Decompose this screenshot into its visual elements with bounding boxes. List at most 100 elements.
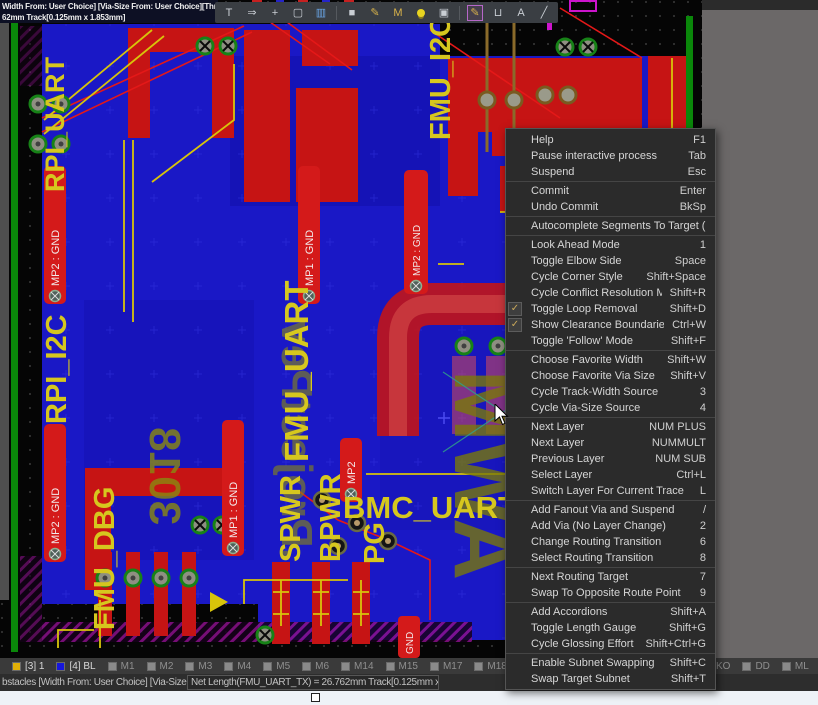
menu-item-pause-interactive-process[interactable]: Pause interactive processTab	[506, 148, 715, 164]
label-fmu-i2c: FMU_I2C	[425, 16, 457, 140]
layer-color-swatch	[147, 662, 156, 671]
page-checkbox[interactable]	[311, 693, 320, 702]
page-bottom-strip	[0, 691, 818, 705]
menu-item-look-ahead-mode[interactable]: Look Ahead Mode1	[506, 237, 715, 253]
label-fmu-uart: FMU_UART	[278, 281, 315, 462]
svg-text:MP1 : GND: MP1 : GND	[304, 230, 316, 286]
menu-item-add-via-no-layer-change[interactable]: Add Via (No Layer Change)2	[506, 518, 715, 534]
layer-color-swatch	[185, 662, 194, 671]
layer-tab-m14[interactable]: M14	[341, 661, 373, 672]
menu-separator	[506, 350, 715, 351]
menu-item-enable-subnet-swapping[interactable]: Enable Subnet SwappingShift+C	[506, 655, 715, 671]
menu-separator	[506, 181, 715, 182]
layer-tab-m6[interactable]: M6	[302, 661, 329, 672]
menu-item-change-routing-transition[interactable]: Change Routing Transition6	[506, 534, 715, 550]
menu-item-choose-favorite-via-size[interactable]: Choose Favorite Via SizeShift+V	[506, 368, 715, 384]
menu-separator	[506, 653, 715, 654]
left-edge-strip	[0, 22, 9, 600]
layer-color-swatch	[108, 662, 117, 671]
svg-text:MP2: MP2	[346, 461, 358, 484]
menu-item-toggle-follow-mode[interactable]: Toggle 'Follow' ModeShift+F	[506, 333, 715, 349]
menu-item-undo-commit[interactable]: Undo CommitBkSp	[506, 199, 715, 215]
pad-icon[interactable]: ■	[344, 5, 360, 21]
menu-item-switch-layer-for-current-trace[interactable]: Switch Layer For Current TraceL	[506, 483, 715, 499]
menu-item-help[interactable]: HelpF1	[506, 132, 715, 148]
layer-tab-dd[interactable]: DD	[742, 661, 769, 672]
layer-tab-ko[interactable]: KO	[716, 661, 730, 672]
label-fmu-dbg: FMU_DBG	[89, 487, 121, 630]
menu-item-toggle-loop-removal[interactable]: ✓Toggle Loop RemovalShift+D	[506, 301, 715, 317]
menu-item-cycle-corner-style[interactable]: Cycle Corner StyleShift+Space	[506, 269, 715, 285]
layer-tab-m3[interactable]: M3	[185, 661, 212, 672]
svg-text:GND: GND	[405, 632, 416, 654]
status-routing-modes: bstacles [Width From: User Choice] [Via-…	[0, 677, 187, 688]
menu-item-autocomplete-segments[interactable]: Autocomplete Segments To Target (Ctrl+Cl…	[506, 218, 715, 234]
layer-tab-m2[interactable]: M2	[147, 661, 174, 672]
label-pg: PG	[359, 522, 391, 564]
measure-icon[interactable]: M	[390, 5, 406, 21]
check-icon: ✓	[508, 302, 522, 316]
menu-item-next-routing-target[interactable]: Next Routing Target7	[506, 569, 715, 585]
svg-text:MP2 : GND: MP2 : GND	[50, 230, 62, 286]
layer-tab-m18[interactable]: M18	[474, 661, 506, 672]
menu-item-next-layer-plus[interactable]: Next LayerNUM PLUS	[506, 419, 715, 435]
layer-tab-bottom[interactable]: [4] BL	[56, 661, 95, 672]
menu-item-choose-favorite-width[interactable]: Choose Favorite WidthShift+W	[506, 352, 715, 368]
menu-item-swap-target-subnet[interactable]: Swap Target SubnetShift+T	[506, 671, 715, 687]
check-icon: ✓	[508, 318, 522, 332]
menu-item-toggle-length-gauge[interactable]: Toggle Length GaugeShift+G	[506, 620, 715, 636]
edit-active-icon[interactable]: ✎	[467, 5, 483, 21]
menu-item-commit[interactable]: CommitEnter	[506, 183, 715, 199]
layer-color-swatch	[56, 662, 65, 671]
layer-tab-m15[interactable]: M15	[386, 661, 418, 672]
menu-item-swap-to-opposite-route-point[interactable]: Swap To Opposite Route Point9	[506, 585, 715, 601]
routing-hud: Width From: User Choice] [Via-Size From:…	[0, 0, 218, 23]
menu-item-add-accordions[interactable]: Add AccordionsShift+A	[506, 604, 715, 620]
layer-tab-m4[interactable]: M4	[224, 661, 251, 672]
svg-text:MP1 : GND: MP1 : GND	[228, 482, 240, 538]
menu-item-add-fanout-via-and-suspend[interactable]: Add Fanout Via and Suspend/	[506, 502, 715, 518]
filter-icon[interactable]: T	[221, 5, 237, 21]
right-panel-top-strip	[702, 0, 818, 10]
menu-separator	[506, 500, 715, 501]
menu-item-show-clearance-boundaries[interactable]: ✓Show Clearance BoundariesCtrl+W	[506, 317, 715, 333]
draw-trace-icon[interactable]: ✎	[367, 5, 383, 21]
layer-tab-ml[interactable]: ML	[782, 661, 809, 672]
layer-tab-top[interactable]: [3] 1	[12, 661, 44, 672]
menu-item-next-layer-mult[interactable]: Next LayerNUMMULT	[506, 435, 715, 451]
line-icon[interactable]: ╱	[536, 5, 552, 21]
dimension-icon[interactable]: ⊔	[490, 5, 506, 21]
label-rpi-i2c: RPI_I2C	[41, 314, 73, 424]
menu-item-select-layer[interactable]: Select LayerCtrl+L	[506, 467, 715, 483]
highlight-bulb-icon[interactable]	[413, 5, 429, 21]
svg-text:MP2 : GND: MP2 : GND	[50, 488, 62, 544]
svg-text:MP2 : GND: MP2 : GND	[412, 225, 423, 276]
layers-icon[interactable]: ▣	[436, 5, 452, 21]
menu-item-previous-layer[interactable]: Previous LayerNUM SUB	[506, 451, 715, 467]
layer-tab-m1[interactable]: M1	[108, 661, 135, 672]
menu-separator	[506, 602, 715, 603]
menu-item-cycle-conflict-resolution-mode[interactable]: Cycle Conflict Resolution ModeShift+R	[506, 285, 715, 301]
layer-tab-m17[interactable]: M17	[430, 661, 462, 672]
text-icon[interactable]: A	[513, 5, 529, 21]
layer-color-swatch	[224, 662, 233, 671]
menu-item-cycle-via-size-source[interactable]: Cycle Via-Size Source4	[506, 400, 715, 416]
menu-item-toggle-elbow-side[interactable]: Toggle Elbow SideSpace	[506, 253, 715, 269]
menu-item-select-routing-transition[interactable]: Select Routing Transition8	[506, 550, 715, 566]
layer-tab-m5[interactable]: M5	[263, 661, 290, 672]
menu-separator	[506, 417, 715, 418]
hud-line1: Width From: User Choice] [Via-Size From:…	[2, 1, 218, 12]
menu-item-cycle-glossing-effort[interactable]: Cycle Glossing Effort (Routed)Shift+Ctrl…	[506, 636, 715, 652]
layer-color-swatch	[386, 662, 395, 671]
label-bmc-uart: BMC_UART	[343, 490, 517, 525]
toolbar-divider	[336, 6, 337, 20]
mouse-cursor	[494, 404, 510, 426]
add-icon[interactable]: +	[267, 5, 283, 21]
rectangle-icon[interactable]: ▢	[290, 5, 306, 21]
menu-separator	[506, 235, 715, 236]
layer-color-swatch	[341, 662, 350, 671]
histogram-icon[interactable]: ▥	[313, 5, 329, 21]
menu-item-cycle-track-width-source[interactable]: Cycle Track-Width Source3	[506, 384, 715, 400]
menu-item-suspend[interactable]: SuspendEsc	[506, 164, 715, 180]
route-arrow-icon[interactable]: ⇒	[244, 5, 260, 21]
